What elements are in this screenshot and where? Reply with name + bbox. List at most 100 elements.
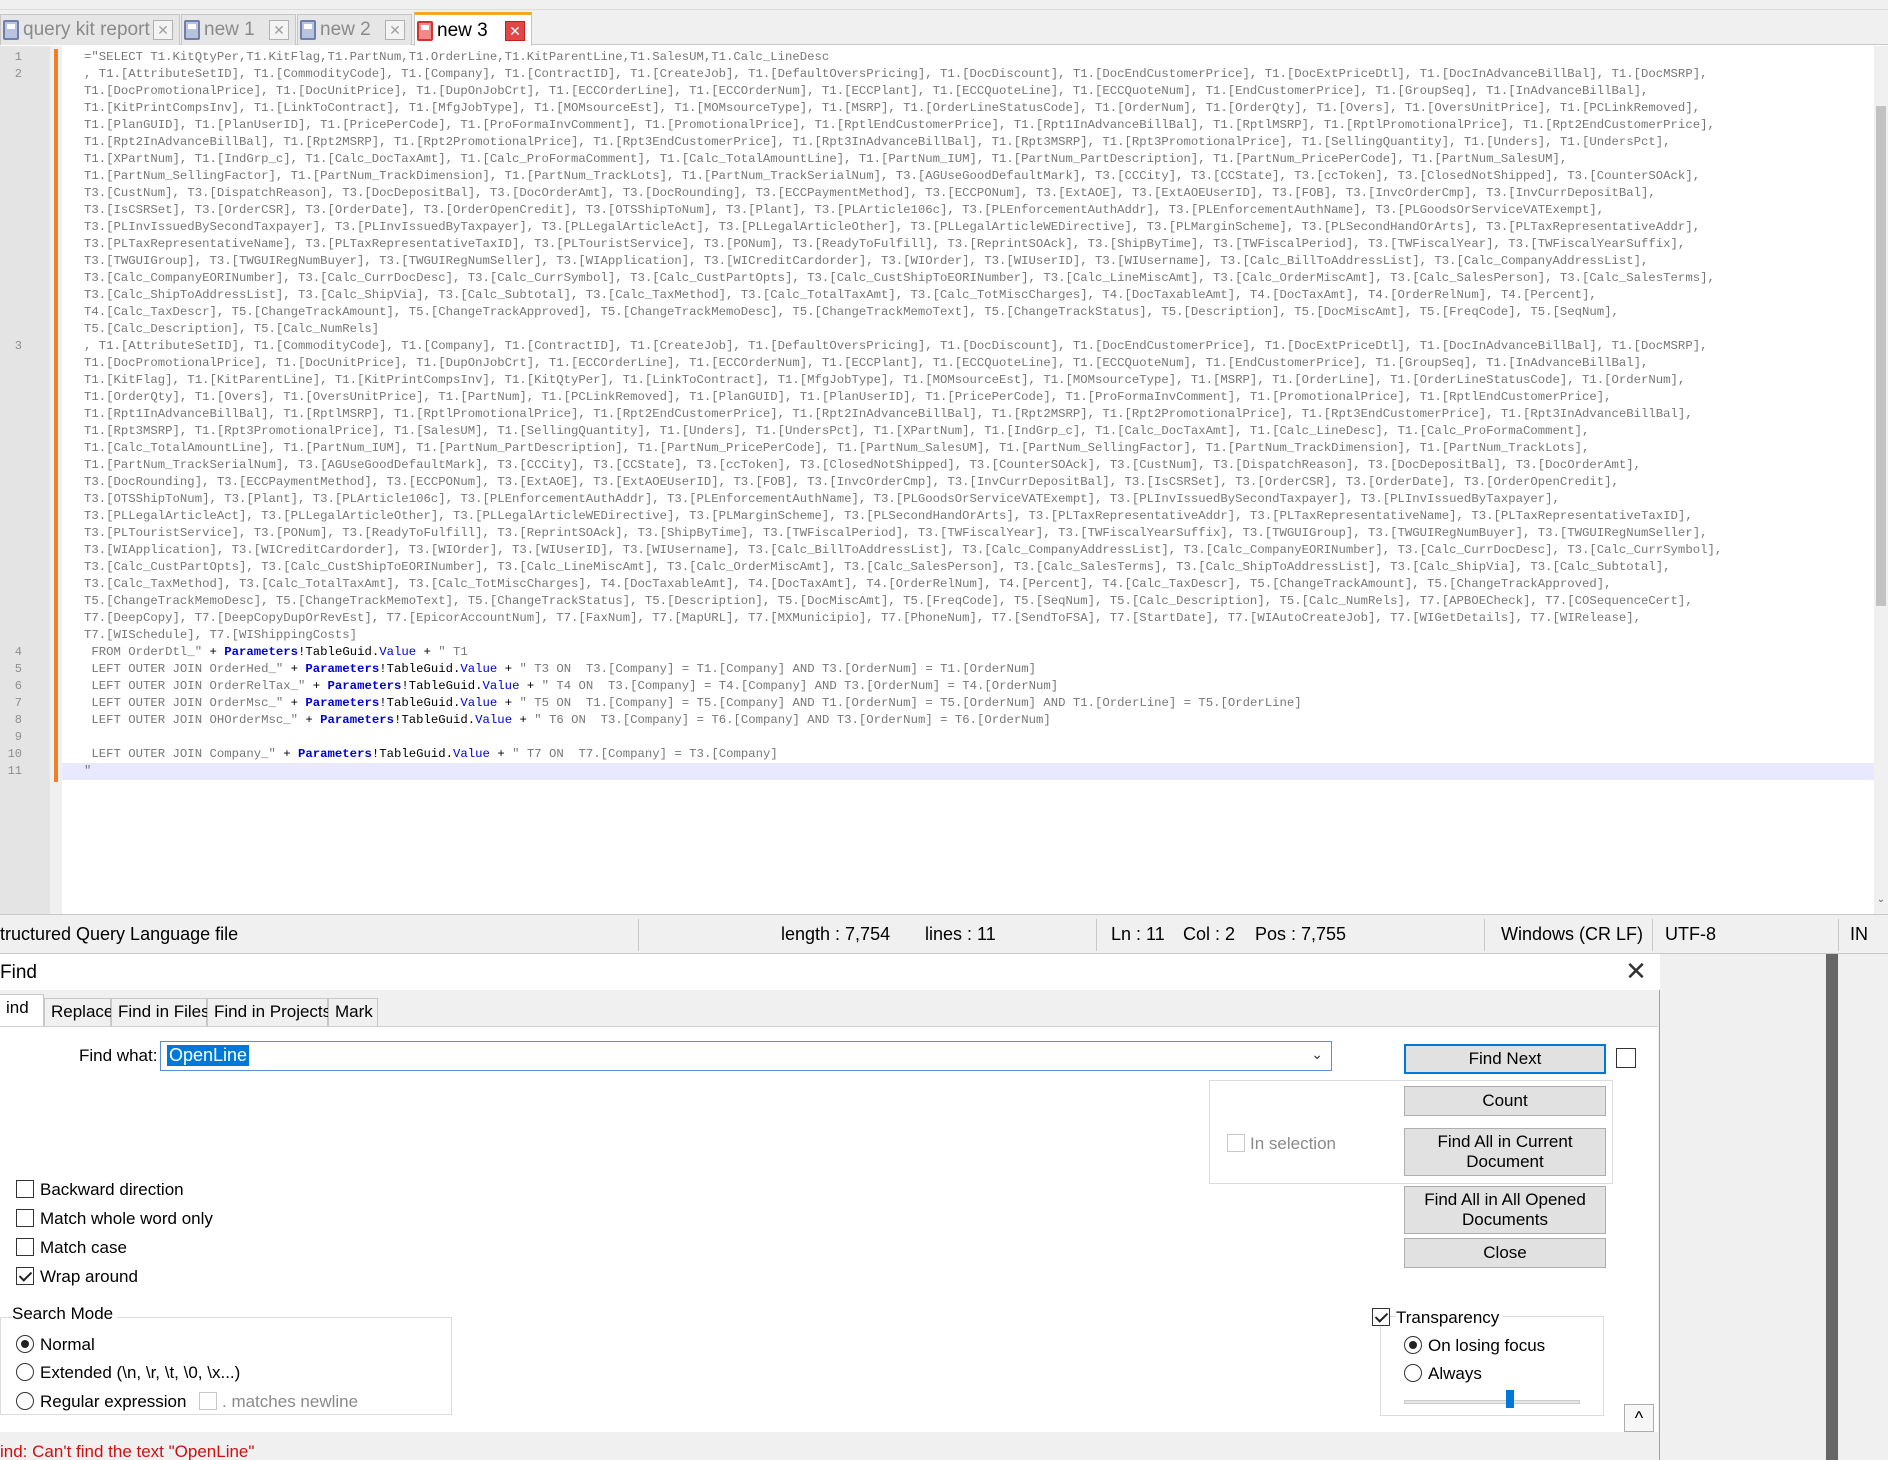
status-encoding[interactable]: UTF-8 (1665, 924, 1716, 945)
always-radio[interactable] (1404, 1364, 1422, 1382)
code-line[interactable]: T3.[PLTouristService], T3.[PONum], T3.[R… (84, 525, 1874, 542)
close-tab-icon[interactable]: ✕ (153, 20, 173, 40)
tab-mark[interactable]: Mark (328, 998, 378, 1026)
code-line[interactable]: T1.[OrderQty], T1.[Overs], T1.[OversUnit… (84, 389, 1874, 406)
code-line[interactable]: T5.[ChangeTrackMemoDesc], T5.[ChangeTrac… (84, 593, 1874, 610)
code-line[interactable]: FROM OrderDtl_" + Parameters!TableGuid.V… (84, 644, 1874, 661)
code-line[interactable]: T3.[Calc_TaxMethod], T3.[Calc_TotalTaxAm… (84, 576, 1874, 593)
in-selection-checkbox[interactable] (1227, 1134, 1245, 1152)
find-what-input[interactable]: OpenLine ⌄ (160, 1041, 1332, 1071)
scrollbar-thumb[interactable] (1876, 106, 1886, 606)
code-line[interactable]: T3.[CustNum], T3.[DispatchReason], T3.[D… (84, 185, 1874, 202)
code-line[interactable]: T1.[PartNum_SellingFactor], T1.[PartNum_… (84, 168, 1874, 185)
code-line[interactable]: T3.[TWGUIGroup], T3.[TWGUIRegNumBuyer], … (84, 253, 1874, 270)
code-line[interactable]: T1.[PartNum_TrackSerialNum], T3.[AGUseGo… (84, 457, 1874, 474)
code-line[interactable]: " (84, 763, 1874, 780)
code-line[interactable]: T1.[KitPrintCompsInv], T1.[LinkToContrac… (84, 100, 1874, 117)
transparency-checkbox[interactable] (1372, 1308, 1390, 1326)
code-line[interactable]: T3.[PLLegalArticleAct], T3.[PLLegalArtic… (84, 508, 1874, 525)
vertical-scrollbar[interactable]: ⌄ (1874, 46, 1888, 914)
code-line[interactable]: T1.[PlanGUID], T1.[PlanUserID], T1.[Pric… (84, 117, 1874, 134)
close-tab-icon[interactable]: ✕ (385, 20, 405, 40)
code-line[interactable]: T3.[Calc_CustPartOpts], T3.[Calc_CustShi… (84, 559, 1874, 576)
code-line[interactable]: T5.[Calc_Description], T5.[Calc_NumRels] (84, 321, 1874, 338)
code-line[interactable]: T1.[DocPromotionalPrice], T1.[DocUnitPri… (84, 355, 1874, 372)
code-line[interactable]: T1.[Calc_TotalAmountLine], T1.[PartNum_I… (84, 440, 1874, 457)
status-insert-mode: IN (1850, 924, 1868, 944)
find-all-opened-documents-button[interactable]: Find All in All Opened Documents (1404, 1186, 1606, 1234)
code-line[interactable]: T3.[DocRounding], T3.[ECCPaymentMethod],… (84, 474, 1874, 491)
find-status-message: ind: Can't find the text "OpenLine" (0, 1442, 255, 1460)
code-editor[interactable]: 1 2 3 4 5 6 7 8 9 10 11 ="SELECT T1.KitQtyPer,T1.K… (0, 46, 1888, 914)
code-line[interactable]: T1.[DocPromotionalPrice], T1.[DocUnitPri… (84, 83, 1874, 100)
find-next-button[interactable]: Find Next (1404, 1044, 1606, 1074)
matches-newline-label: . matches newline (222, 1392, 359, 1411)
close-tab-icon[interactable]: ✕ (269, 20, 289, 40)
code-text[interactable]: ="SELECT T1.KitQtyPer,T1.KitFlag,T1.Part… (84, 49, 1874, 780)
code-line[interactable]: T1.[XPartNum], T1.[IndGrp_c], T1.[Calc_D… (84, 151, 1874, 168)
code-line[interactable] (84, 729, 1874, 746)
code-line[interactable]: T1.[Rpt2InAdvanceBillBal], T1.[Rpt2MSRP]… (84, 134, 1874, 151)
tab-new-3[interactable]: new 3 ✕ (414, 12, 532, 46)
tab-query-kit-report[interactable]: query kit report ✕ (0, 14, 180, 45)
code-line[interactable]: LEFT OUTER JOIN OHOrderMsc_" + Parameter… (84, 712, 1874, 729)
find-what-value[interactable]: OpenLine (167, 1045, 250, 1066)
backward-direction-checkbox[interactable] (16, 1180, 34, 1198)
scroll-down-arrow-icon[interactable]: ⌄ (1876, 894, 1886, 908)
on-losing-focus-radio[interactable] (1404, 1336, 1422, 1354)
wrap-around-checkbox[interactable] (16, 1267, 34, 1285)
code-line[interactable]: LEFT OUTER JOIN OrderMsc_" + Parameters!… (84, 695, 1874, 712)
collapse-dialog-button[interactable]: ^ (1624, 1404, 1654, 1432)
code-line[interactable]: T1.[KitFlag], T1.[KitParentLine], T1.[Ki… (84, 372, 1874, 389)
close-dialog-icon[interactable]: ✕ (1622, 958, 1650, 986)
matches-newline-checkbox[interactable] (199, 1392, 217, 1410)
tab-find-in-files[interactable]: Find in Files (111, 998, 210, 1026)
code-line[interactable]: LEFT OUTER JOIN OrderHed_" + Parameters!… (84, 661, 1874, 678)
tab-new-1[interactable]: new 1 ✕ (181, 14, 296, 45)
count-button[interactable]: Count (1404, 1086, 1606, 1116)
normal-radio[interactable] (16, 1335, 34, 1353)
tab-replace[interactable]: Replace (44, 998, 113, 1026)
code-line[interactable]: T3.[PLTaxRepresentativeName], T3.[PLTaxR… (84, 236, 1874, 253)
regular-expression-radio[interactable] (16, 1392, 34, 1410)
line-number: 2 (14, 67, 22, 81)
code-line[interactable]: , T1.[AttributeSetID], T1.[CommodityCode… (84, 66, 1874, 83)
find-all-current-document-button[interactable]: Find All in Current Document (1404, 1128, 1606, 1176)
code-line[interactable]: T1.[Rpt3MSRP], T1.[Rpt3PromotionalPrice]… (84, 423, 1874, 440)
code-line[interactable]: LEFT OUTER JOIN Company_" + Parameters!T… (84, 746, 1874, 763)
code-line[interactable]: ="SELECT T1.KitQtyPer,T1.KitFlag,T1.Part… (84, 49, 1874, 66)
status-eol[interactable]: Windows (CR LF) (1501, 924, 1643, 945)
chevron-down-icon[interactable]: ⌄ (1311, 1046, 1323, 1063)
close-tab-icon[interactable]: ✕ (505, 20, 525, 41)
code-line[interactable]: T3.[IsCSRSet], T3.[OrderCSR], T3.[OrderD… (84, 202, 1874, 219)
code-line[interactable]: LEFT OUTER JOIN OrderRelTax_" + Paramete… (84, 678, 1874, 695)
code-token: TableGuid (408, 679, 476, 693)
tab-find-in-projects[interactable]: Find in Projects (207, 998, 331, 1026)
code-token: + (209, 645, 217, 659)
code-line[interactable]: T3.[PLInvIssuedBySecondTaxpayer], T3.[PL… (84, 219, 1874, 236)
code-line[interactable]: T4.[Calc_TaxDescr], T5.[ChangeTrackAmoun… (84, 304, 1874, 321)
tab-find[interactable]: ind (0, 994, 44, 1026)
file-unsaved-icon (417, 20, 433, 41)
code-line[interactable]: T7.[WISchedule], T7.[WIShippingCosts] (84, 627, 1874, 644)
find-next-option-checkbox[interactable] (1616, 1048, 1636, 1068)
close-button[interactable]: Close (1404, 1238, 1606, 1268)
code-line[interactable]: T3.[Calc_ShipToAddressList], T3.[Calc_Sh… (84, 287, 1874, 304)
code-line[interactable]: T3.[OTSShipToNum], T3.[Plant], T3.[PLArt… (84, 491, 1874, 508)
code-line[interactable]: T1.[Rpt1InAdvanceBillBal], T1.[RptlMSRP]… (84, 406, 1874, 423)
code-token: Value (482, 679, 520, 693)
code-token: + (489, 747, 513, 761)
code-line[interactable]: T3.[WIApplication], T3.[WICreditCardorde… (84, 542, 1874, 559)
code-line[interactable]: , T1.[AttributeSetID], T1.[CommodityCode… (84, 338, 1874, 355)
transparency-slider-thumb[interactable] (1505, 1390, 1514, 1408)
regular-expression-label: Regular expression (40, 1392, 187, 1411)
transparency-slider[interactable] (1404, 1400, 1580, 1404)
code-line[interactable]: T7.[DeepCopy], T7.[DeepCopyDupOrRevEst],… (84, 610, 1874, 627)
code-line[interactable]: T3.[Calc_CompanyEORINumber], T3.[Calc_Cu… (84, 270, 1874, 287)
match-case-checkbox[interactable] (16, 1238, 34, 1256)
match-whole-word-checkbox[interactable] (16, 1209, 34, 1227)
code-token: + (519, 679, 542, 693)
status-length: length : 7,754 (781, 924, 891, 944)
tab-new-2[interactable]: new 2 ✕ (297, 14, 412, 45)
extended-radio[interactable] (16, 1363, 34, 1381)
